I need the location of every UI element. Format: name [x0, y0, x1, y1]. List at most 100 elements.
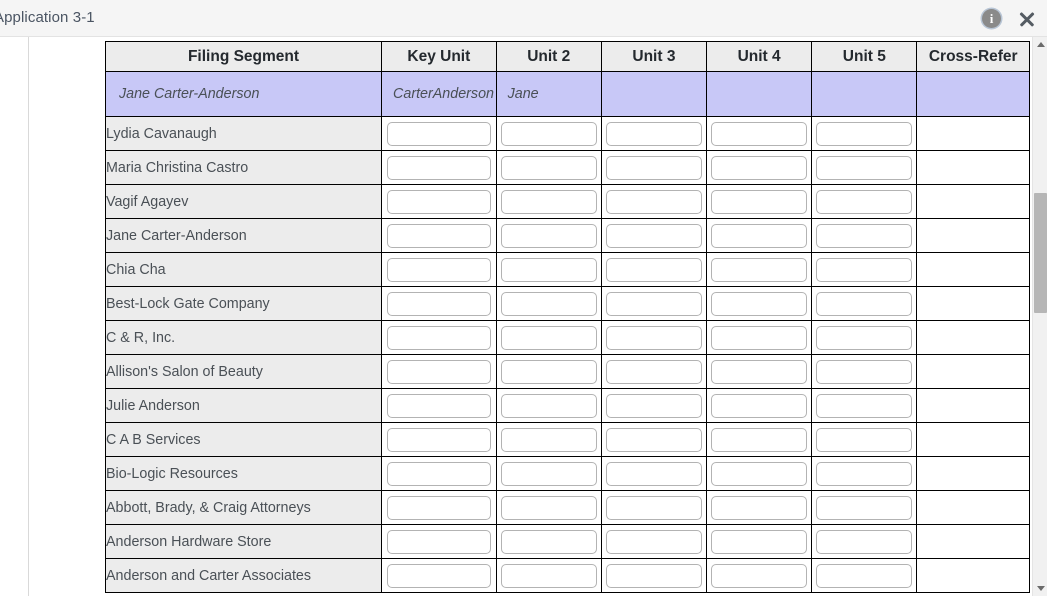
input-unit-3[interactable] — [606, 189, 702, 214]
input-unit-3[interactable] — [606, 155, 702, 180]
input-unit-3[interactable] — [606, 393, 702, 418]
filing-segment-table-wrapper: Filing Segment Key Unit Unit 2 Unit 3 Un… — [104, 41, 1030, 593]
input-unit-5[interactable] — [816, 121, 913, 146]
cell-cross-reference — [916, 150, 1030, 185]
input-key-unit[interactable] — [386, 427, 492, 452]
input-unit-2[interactable] — [500, 325, 597, 350]
application-window: Application 3-1 i Filing Segment Key Uni… — [0, 0, 1047, 596]
input-unit-5[interactable] — [816, 529, 913, 554]
input-unit-2[interactable] — [500, 563, 597, 588]
input-unit-3[interactable] — [606, 529, 702, 554]
scrollbar-thumb[interactable] — [1034, 193, 1047, 313]
cell-unit-3 — [600, 456, 708, 491]
input-unit-2[interactable] — [500, 495, 597, 520]
table-row: Best-Lock Gate Company — [104, 286, 1030, 321]
input-unit-4[interactable] — [711, 325, 808, 350]
cell-key-unit — [381, 150, 497, 185]
input-unit-2[interactable] — [500, 427, 597, 452]
input-key-unit[interactable] — [386, 121, 492, 146]
input-key-unit[interactable] — [386, 325, 492, 350]
input-unit-3[interactable] — [606, 257, 702, 282]
input-unit-4[interactable] — [711, 257, 808, 282]
input-unit-5[interactable] — [816, 257, 913, 282]
input-unit-4[interactable] — [711, 155, 808, 180]
cell-filing-segment: Bio-Logic Resources — [104, 456, 383, 491]
info-icon[interactable]: i — [982, 9, 1001, 28]
input-unit-5[interactable] — [816, 291, 913, 316]
input-unit-3[interactable] — [606, 461, 702, 486]
input-unit-2[interactable] — [500, 461, 597, 486]
table-row-example: Jane Carter-Anderson CarterAnderson Jane — [104, 71, 1030, 117]
cell-cross-reference — [916, 218, 1030, 253]
input-unit-3[interactable] — [606, 427, 702, 452]
input-unit-2[interactable] — [500, 291, 597, 316]
scroll-up-arrow-icon[interactable] — [1036, 42, 1045, 47]
cell-filing-segment: Lydia Cavanaugh — [104, 116, 383, 151]
input-unit-4[interactable] — [711, 359, 808, 384]
cell-unit-3 — [600, 388, 708, 423]
input-unit-3[interactable] — [606, 563, 702, 588]
input-key-unit[interactable] — [386, 461, 492, 486]
input-unit-4[interactable] — [711, 461, 808, 486]
cell-unit-4 — [706, 320, 813, 355]
input-unit-2[interactable] — [500, 121, 597, 146]
input-key-unit[interactable] — [386, 563, 492, 588]
window-title: Application 3-1 — [0, 9, 95, 26]
input-unit-3[interactable] — [606, 359, 702, 384]
input-unit-2[interactable] — [500, 359, 597, 384]
vertical-scrollbar[interactable] — [1032, 37, 1047, 596]
input-unit-5[interactable] — [816, 427, 913, 452]
cell-unit-2 — [495, 150, 602, 185]
cell-unit-2 — [495, 286, 602, 321]
input-unit-5[interactable] — [816, 189, 913, 214]
input-key-unit[interactable] — [386, 529, 492, 554]
cell-key-unit — [381, 286, 497, 321]
input-key-unit[interactable] — [386, 359, 492, 384]
input-key-unit[interactable] — [386, 291, 492, 316]
cell-key-unit — [381, 456, 497, 491]
input-unit-3[interactable] — [606, 291, 702, 316]
cell-cross-reference — [916, 422, 1030, 457]
input-unit-4[interactable] — [711, 291, 808, 316]
scroll-down-arrow-icon[interactable] — [1036, 586, 1045, 591]
input-unit-4[interactable] — [711, 121, 808, 146]
input-unit-4[interactable] — [711, 529, 808, 554]
input-unit-4[interactable] — [711, 393, 808, 418]
input-unit-5[interactable] — [816, 223, 913, 248]
example-key-unit: CarterAnderson — [381, 71, 497, 117]
cell-unit-2 — [495, 388, 602, 423]
input-unit-2[interactable] — [500, 155, 597, 180]
input-unit-2[interactable] — [500, 257, 597, 282]
input-key-unit[interactable] — [386, 223, 492, 248]
input-unit-5[interactable] — [816, 359, 913, 384]
cell-unit-4 — [706, 184, 813, 219]
input-unit-4[interactable] — [711, 495, 808, 520]
input-unit-4[interactable] — [711, 563, 808, 588]
input-unit-2[interactable] — [500, 529, 597, 554]
input-unit-5[interactable] — [816, 393, 913, 418]
close-icon[interactable] — [1017, 9, 1037, 29]
input-unit-3[interactable] — [606, 121, 702, 146]
input-unit-5[interactable] — [816, 495, 913, 520]
cell-filing-segment: Abbott, Brady, & Craig Attorneys — [104, 490, 383, 525]
input-unit-4[interactable] — [711, 223, 808, 248]
input-unit-2[interactable] — [500, 393, 597, 418]
input-unit-5[interactable] — [816, 155, 913, 180]
input-unit-3[interactable] — [606, 325, 702, 350]
input-unit-2[interactable] — [500, 223, 597, 248]
input-key-unit[interactable] — [386, 393, 492, 418]
input-unit-3[interactable] — [606, 223, 702, 248]
input-unit-4[interactable] — [711, 427, 808, 452]
input-unit-4[interactable] — [711, 189, 808, 214]
input-unit-5[interactable] — [816, 325, 913, 350]
input-unit-5[interactable] — [816, 461, 913, 486]
cell-cross-reference — [916, 558, 1030, 593]
input-key-unit[interactable] — [386, 189, 492, 214]
input-key-unit[interactable] — [386, 495, 492, 520]
input-key-unit[interactable] — [386, 155, 492, 180]
input-unit-3[interactable] — [606, 495, 702, 520]
input-unit-5[interactable] — [816, 563, 913, 588]
input-key-unit[interactable] — [386, 257, 492, 282]
cell-key-unit — [381, 422, 497, 457]
input-unit-2[interactable] — [500, 189, 597, 214]
